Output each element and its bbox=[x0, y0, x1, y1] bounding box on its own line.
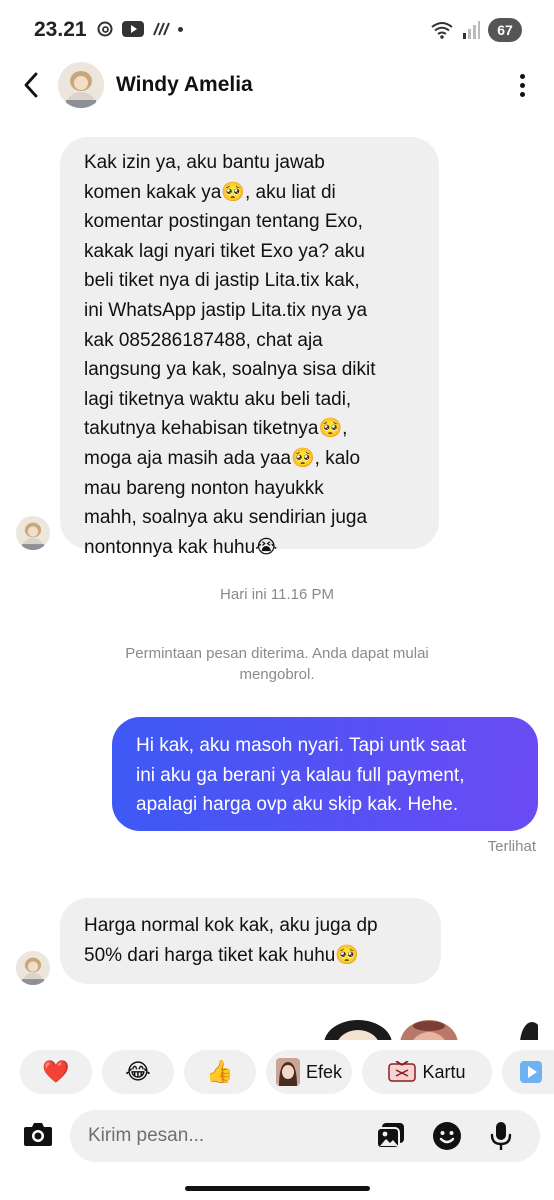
message-line: ini WhatsApp jastip Lita.tix nya ya bbox=[84, 299, 368, 321]
gift-card-icon bbox=[388, 1061, 417, 1082]
more-reactions-button[interactable] bbox=[502, 1050, 554, 1094]
reaction-heart-button[interactable]: ❤️ bbox=[20, 1050, 92, 1094]
message-line: takutnya kehabisan tiketnya🥺, bbox=[84, 418, 348, 440]
stripes-icon bbox=[153, 22, 170, 36]
chat-header: Windy Amelia bbox=[0, 58, 554, 112]
reaction-thumbs-up-button[interactable]: 👍 bbox=[184, 1050, 256, 1094]
dot-icon bbox=[519, 82, 525, 88]
voice-message-button[interactable] bbox=[484, 1120, 518, 1152]
signal-icon bbox=[463, 21, 480, 39]
dot-icon bbox=[519, 73, 525, 79]
dot-icon bbox=[519, 91, 525, 97]
status-system-icons: 67 bbox=[430, 18, 522, 42]
dot-icon bbox=[178, 26, 183, 32]
incoming-message[interactable]: Kak izin ya, aku bantu jawab komen kakak… bbox=[60, 137, 439, 558]
message-line: mau bareng nonton hayukkk bbox=[84, 477, 324, 499]
system-notice-line: mengobrol. bbox=[239, 666, 315, 683]
message-input-placeholder: Kirim pesan... bbox=[88, 1125, 205, 1146]
back-button[interactable] bbox=[16, 68, 46, 102]
message-line: komentar postingan tentang Exo, bbox=[84, 211, 363, 233]
sticker-image bbox=[520, 1022, 538, 1040]
heart-icon: ❤️ bbox=[42, 1059, 70, 1084]
conversation-timestamp: Hari ini 11.16 PM bbox=[220, 586, 334, 603]
camera-icon bbox=[24, 1123, 52, 1146]
effects-button[interactable]: Efek bbox=[266, 1050, 352, 1094]
status-time: 23.21 bbox=[34, 18, 87, 41]
card-button[interactable]: Kartu bbox=[362, 1050, 492, 1094]
avatar-image bbox=[16, 951, 50, 985]
camera-button[interactable] bbox=[18, 1114, 58, 1154]
card-label: Kartu bbox=[422, 1061, 466, 1082]
outgoing-message[interactable]: Hi kak, aku masoh nyari. Tapi untk saat … bbox=[112, 717, 538, 831]
avatar-image bbox=[16, 516, 50, 550]
gallery-icon bbox=[376, 1123, 404, 1149]
more-options-button[interactable] bbox=[512, 70, 532, 100]
message-line: Harga normal kok kak, aku juga dp bbox=[84, 915, 378, 936]
message-input[interactable]: Kirim pesan... bbox=[70, 1110, 540, 1162]
thumbs-up-icon: 👍 bbox=[206, 1059, 234, 1084]
status-bar: 23.21 67 bbox=[0, 0, 554, 58]
microphone-icon bbox=[490, 1122, 512, 1150]
message-line: moga aja masih ada yaa🥺, kalo bbox=[84, 447, 361, 469]
effect-thumbnail-icon bbox=[275, 1058, 300, 1086]
sender-avatar[interactable] bbox=[16, 516, 50, 550]
message-line: ini aku ga berani ya kalau full payment, bbox=[136, 764, 465, 786]
battery-indicator: 67 bbox=[488, 18, 522, 42]
message-line: mahh, soalnya aku sendirian juga bbox=[84, 507, 368, 529]
reaction-laugh-button[interactable]: 😂 bbox=[102, 1050, 174, 1094]
message-line: apalagi harga ovp aku skip kak. Hehe. bbox=[136, 794, 459, 815]
sticker-message[interactable] bbox=[398, 1018, 460, 1040]
threads-icon bbox=[97, 21, 113, 37]
message-line: lagi tiketnya waktu aku beli tadi, bbox=[84, 388, 352, 410]
contact-avatar[interactable] bbox=[58, 62, 104, 108]
sticker-message[interactable] bbox=[518, 1018, 538, 1040]
laughing-face-icon: 😂 bbox=[125, 1059, 151, 1084]
system-notice: Permintaan pesan diterima. Anda dapat mu… bbox=[60, 643, 494, 685]
chevron-left-icon bbox=[24, 72, 38, 98]
message-line: nontonnya kak huhu😭 bbox=[84, 536, 278, 558]
sticker-message[interactable] bbox=[322, 1018, 394, 1040]
seen-status: Terlihat bbox=[487, 838, 536, 855]
message-line: 50% dari harga tiket kak huhu🥺 bbox=[84, 944, 360, 966]
contact-name[interactable]: Windy Amelia bbox=[116, 73, 253, 97]
message-line: kakak lagi nyari tiket Exo ya? aku bbox=[84, 240, 365, 262]
message-line: komen kakak ya🥺, aku liat di bbox=[84, 181, 336, 203]
message-line: Hi kak, aku masoh nyari. Tapi untk saat bbox=[136, 735, 467, 756]
gallery-button[interactable] bbox=[374, 1120, 408, 1152]
quick-reactions-bar: ❤️ 😂 👍 Efek Kartu bbox=[0, 1050, 554, 1096]
system-notice-line: Permintaan pesan diterima. Anda dapat mu… bbox=[125, 645, 429, 662]
sticker-smiley-icon bbox=[433, 1122, 461, 1150]
wifi-icon bbox=[431, 22, 453, 39]
home-indicator[interactable] bbox=[185, 1186, 370, 1191]
sticker-button[interactable] bbox=[430, 1120, 464, 1152]
youtube-icon bbox=[122, 21, 144, 37]
message-composer: Kirim pesan... bbox=[0, 1110, 554, 1170]
sticker-image bbox=[324, 1020, 392, 1040]
incoming-message[interactable]: Harga normal kok kak, aku juga dp 50% da… bbox=[60, 898, 441, 984]
play-tile-icon bbox=[520, 1061, 542, 1083]
sender-avatar[interactable] bbox=[16, 951, 50, 985]
effects-label: Efek bbox=[305, 1061, 343, 1082]
message-line: Kak izin ya, aku bantu jawab bbox=[84, 152, 325, 173]
message-line: langsung ya kak, soalnya sisa dikit bbox=[84, 359, 376, 381]
sticker-image bbox=[400, 1020, 458, 1040]
status-notification-icons bbox=[96, 20, 183, 38]
avatar-image bbox=[58, 62, 104, 108]
message-line: kak 085286187488, chat aja bbox=[84, 329, 323, 351]
message-line: beli tiket nya di jastip Lita.tix kak, bbox=[84, 270, 360, 292]
